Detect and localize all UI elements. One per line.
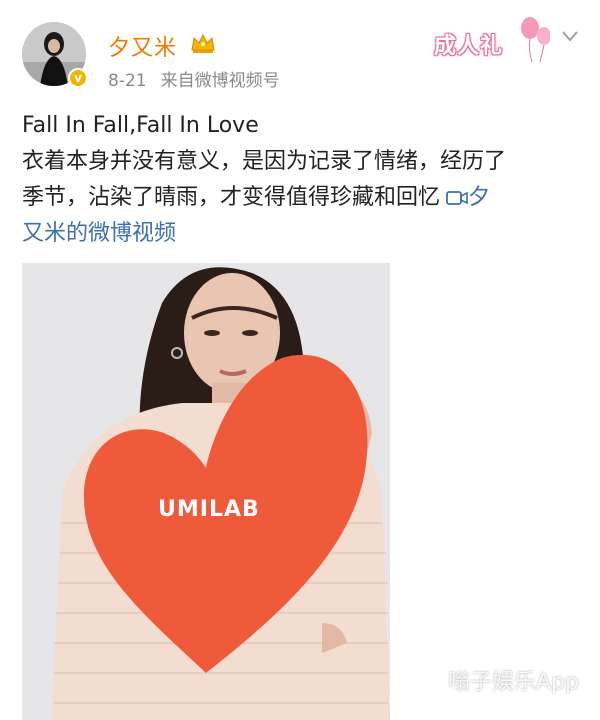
crown-icon: [191, 33, 215, 53]
watermark: 嗡子娱乐App: [448, 670, 579, 695]
post-meta: 8-21 来自微博视频号: [108, 66, 280, 91]
post-text-line-2: 衣着本身并没有意义，是因为记录了情绪，经历了: [22, 149, 507, 174]
chevron-down-icon[interactable]: [562, 30, 578, 42]
post-photo: [22, 263, 390, 720]
post-text-line-3-text: 季节，沾染了晴雨，才变得值得珍藏和回忆: [22, 185, 441, 210]
ceremony-badge[interactable]: 成人礼: [430, 14, 550, 64]
video-link[interactable]: 又米的微博视频: [22, 216, 582, 252]
video-icon: [446, 191, 468, 205]
post-text-line-1: Fall In Fall,Fall In Love: [22, 113, 259, 138]
badge-text: 成人礼: [434, 34, 504, 59]
post-image[interactable]: UMILAB: [22, 263, 390, 720]
post-body: Fall In Fall,Fall In Love 衣着本身并没有意义，是因为记…: [22, 108, 582, 252]
post-header: v 夕又米 8-21 来自微博视频号 成人礼: [0, 0, 600, 100]
post-time: 8-21: [108, 71, 147, 91]
post-source[interactable]: 来自微博视频号: [161, 71, 280, 91]
video-link-part-1[interactable]: 夕: [468, 185, 490, 210]
verified-badge-icon: v: [68, 68, 88, 88]
username[interactable]: 夕又米: [108, 30, 177, 62]
post-text-line-3: 季节，沾染了晴雨，才变得值得珍藏和回忆 夕: [22, 180, 582, 216]
brand-logo-text: UMILAB: [158, 497, 260, 522]
